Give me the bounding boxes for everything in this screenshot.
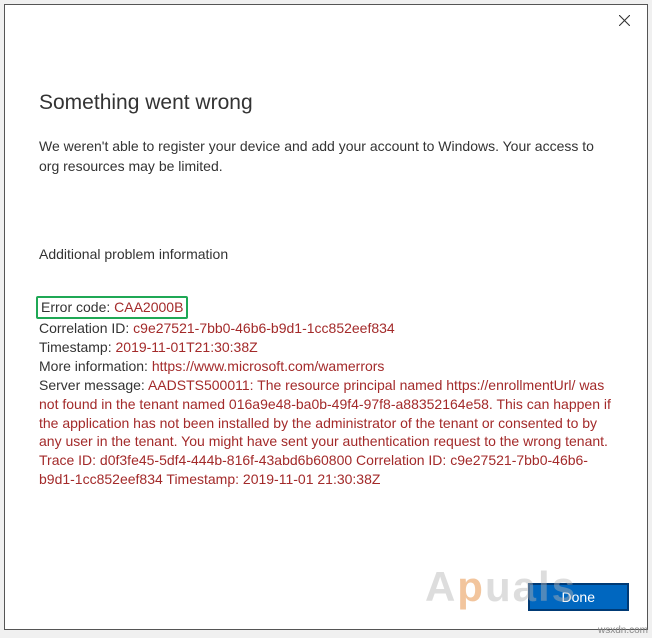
additional-info-heading: Additional problem information bbox=[39, 246, 613, 262]
correlation-id-label: Correlation ID: bbox=[39, 320, 129, 336]
server-message-label: Server message: bbox=[39, 377, 145, 393]
done-button[interactable]: Done bbox=[528, 583, 629, 611]
timestamp-value: 2019-11-01T21:30:38Z bbox=[116, 339, 258, 355]
site-credit: wsxdn.com bbox=[598, 625, 648, 636]
server-message-value: AADSTS500011: The resource principal nam… bbox=[39, 377, 611, 487]
timestamp-row: Timestamp: 2019-11-01T21:30:38Z bbox=[39, 338, 613, 357]
correlation-id-row: Correlation ID: c9e27521-7bb0-46b6-b9d1-… bbox=[39, 319, 613, 338]
server-message-row: Server message: AADSTS500011: The resour… bbox=[39, 376, 613, 489]
dialog-content: Something went wrong We weren't able to … bbox=[5, 37, 647, 571]
button-bar: Done bbox=[5, 571, 647, 629]
dialog-title: Something went wrong bbox=[39, 91, 613, 115]
dialog-description: We weren't able to register your device … bbox=[39, 137, 613, 176]
error-dialog: Something went wrong We weren't able to … bbox=[4, 4, 648, 630]
timestamp-label: Timestamp: bbox=[39, 339, 112, 355]
close-icon bbox=[619, 15, 630, 26]
error-code-label: Error code: bbox=[41, 299, 110, 315]
problem-details: Error code: CAA2000B Correlation ID: c9e… bbox=[39, 296, 613, 489]
more-info-label: More information: bbox=[39, 358, 148, 374]
titlebar bbox=[5, 5, 647, 37]
error-code-value: CAA2000B bbox=[114, 299, 183, 315]
more-info-row: More information: https://www.microsoft.… bbox=[39, 357, 613, 376]
more-info-link[interactable]: https://www.microsoft.com/wamerrors bbox=[152, 358, 385, 374]
correlation-id-value: c9e27521-7bb0-46b6-b9d1-1cc852eef834 bbox=[133, 320, 395, 336]
error-code-highlight: Error code: CAA2000B bbox=[36, 296, 188, 319]
error-code-row: Error code: CAA2000B bbox=[39, 296, 613, 319]
close-button[interactable] bbox=[602, 5, 647, 35]
